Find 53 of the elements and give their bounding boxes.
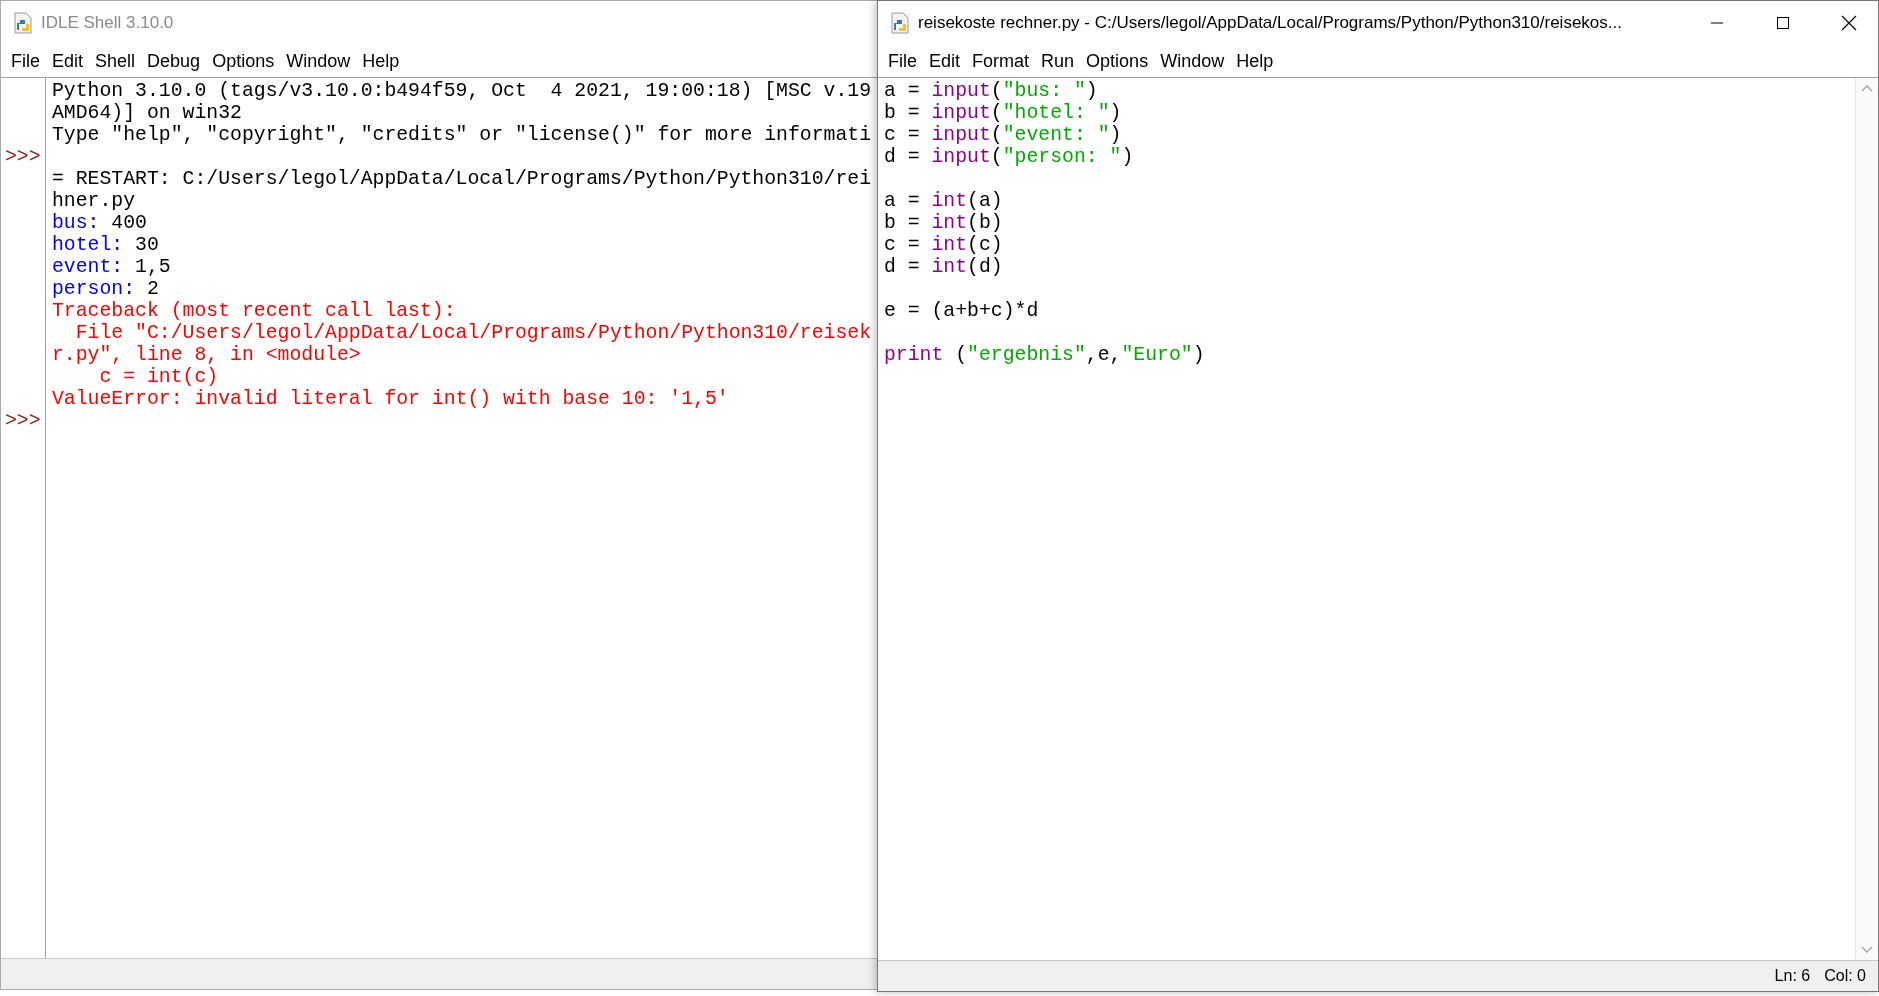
code-line: b = input("hotel: ") xyxy=(884,102,1122,124)
console-line: AMD64)] on win32 xyxy=(52,102,242,124)
console-line: hner.py xyxy=(52,190,136,212)
scroll-up-icon[interactable] xyxy=(1861,84,1873,92)
console-line: Traceback (most recent call last): xyxy=(52,300,456,322)
shell-prompt: >>> xyxy=(5,410,41,432)
menu-item[interactable]: File xyxy=(5,48,46,74)
console-line: hotel: 30 xyxy=(52,234,159,256)
code-line: c = input("event: ") xyxy=(884,124,1122,146)
menu-item[interactable]: Edit xyxy=(923,48,967,74)
code-editor[interactable]: a = input("bus: ") b = input("hotel: ") c = input("event: ") d = input("person: ") a = int(a) b = int(b) c = int(c) d = int(d) e = (a+b+c)*d print ("ergebnis",e,"Euro") xyxy=(878,78,1855,960)
status-text: Ln: 6 xyxy=(1774,967,1811,985)
menu-item[interactable]: Window xyxy=(1154,48,1231,74)
window-title: reisekoste rechner.py - C:/Users/legol/AppData/Local/Programs/Python/Python310/reisekos... xyxy=(918,13,1622,33)
scroll-down-icon[interactable] xyxy=(1861,946,1873,954)
menu-item[interactable]: Format xyxy=(966,48,1036,74)
shell-prompt: >>> xyxy=(5,146,41,168)
status-text: Col: 0 xyxy=(1824,967,1866,985)
python-file-icon xyxy=(890,12,910,34)
window-title: IDLE Shell 3.10.0 xyxy=(41,13,174,33)
console-line: bus: 400 xyxy=(52,212,147,234)
menu-item[interactable]: Window xyxy=(280,48,357,74)
maximize-icon xyxy=(1776,16,1790,30)
code-line: c = int(c) xyxy=(884,234,1003,256)
scrollbar[interactable] xyxy=(1855,78,1878,960)
menu-item[interactable]: File xyxy=(882,48,923,74)
code-line: d = int(d) xyxy=(884,256,1003,278)
menu-item[interactable]: Edit xyxy=(46,48,90,74)
console-line: c = int(c) xyxy=(98,366,219,388)
code-line: print ("ergebnis",e,"Euro") xyxy=(884,344,1205,366)
close-icon xyxy=(1841,15,1857,31)
console-line: event: 1,5 xyxy=(52,256,171,278)
console-line: Type "help", "copyright", "credits" or "license()" for more informati xyxy=(52,124,872,146)
menu-item[interactable]: Options xyxy=(206,48,281,74)
menu-item[interactable]: Run xyxy=(1035,48,1081,74)
menu-item[interactable]: Options xyxy=(1080,48,1155,74)
code-line: b = int(b) xyxy=(884,212,1003,234)
code-line: a = input("bus: ") xyxy=(884,80,1098,102)
menu-item[interactable]: Help xyxy=(1230,48,1280,74)
code-line: e = (a+b+c)*d xyxy=(884,300,1039,322)
console-line: File "C:/Users/legol/AppData/Local/Programs/Python/Python310/reisek xyxy=(74,322,872,344)
console-line: person: 2 xyxy=(52,278,159,300)
minimize-icon xyxy=(1710,22,1724,24)
console-line: r.py", line 8, in <module> xyxy=(52,344,361,366)
console-line: ValueError: invalid literal for int() with base 10: '1,5' xyxy=(52,388,729,410)
python-file-icon xyxy=(13,12,33,34)
code-line: a = int(a) xyxy=(884,190,1003,212)
menu-item[interactable]: Help xyxy=(356,48,406,74)
code-line: d = input("person: ") xyxy=(884,146,1134,168)
menu-item[interactable]: Debug xyxy=(141,48,207,74)
console-line: = RESTART: C:/Users/legol/AppData/Local/Programs/Python/Python310/rei xyxy=(52,168,872,190)
menu-item[interactable]: Shell xyxy=(89,48,142,74)
console-line: Python 3.10.0 (tags/v3.10.0:b494f59, Oct 4 2021, 19:00:18) [MSC v.19 xyxy=(52,80,872,102)
